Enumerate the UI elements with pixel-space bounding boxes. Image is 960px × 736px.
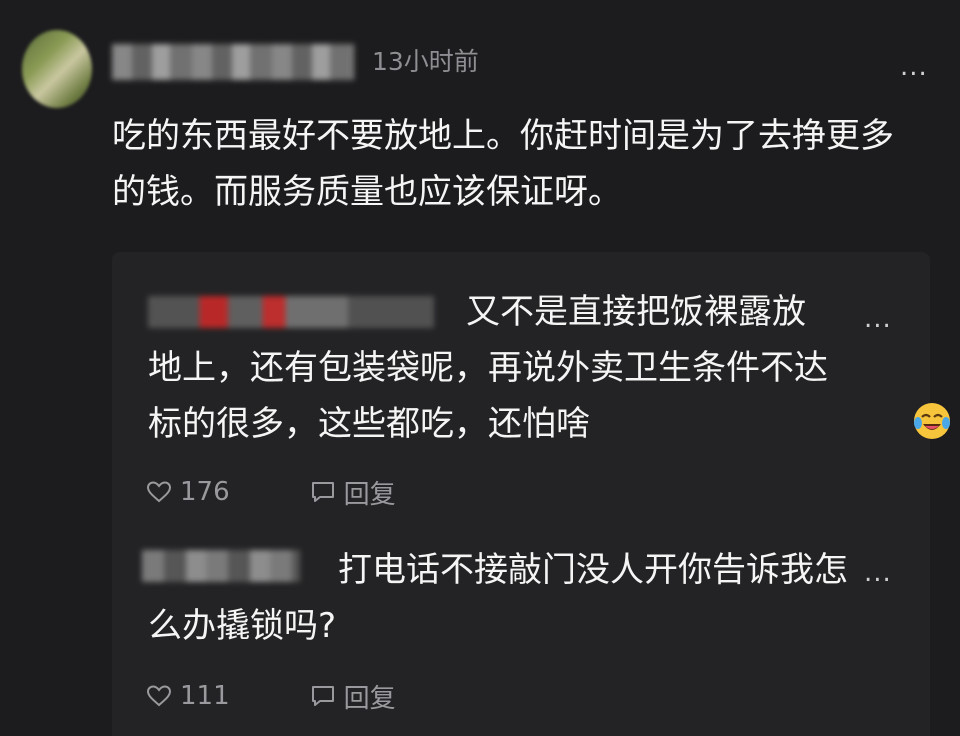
username-blurred[interactable]	[112, 44, 354, 80]
more-options-icon[interactable]: ...	[900, 52, 928, 82]
comment-thread: 13小时前 ... 吃的东西最好不要放地上。你赶时间是为了去挣更多的钱。而服务质…	[0, 0, 960, 736]
heart-icon	[146, 684, 172, 708]
comment-text: 吃的东西最好不要放地上。你赶时间是为了去挣更多的钱。而服务质量也应该保证呀。	[112, 116, 894, 212]
crying-laughing-emoji-icon	[594, 401, 950, 441]
reply-label: 回复	[343, 683, 396, 714]
comment-icon	[310, 480, 336, 504]
like-button[interactable]: 176	[146, 477, 230, 507]
reply-button[interactable]: 回复	[310, 678, 396, 715]
timestamp: 13小时前	[372, 47, 479, 76]
reply-text: 又不是直接把饭裸露放地上，还有包装袋呢，再说外卖卫生条件不达标的很多，这些都吃，…	[148, 284, 950, 452]
more-options-icon[interactable]: ...	[864, 304, 892, 334]
like-count: 111	[180, 681, 230, 711]
reply-actions: 111 回复	[146, 678, 396, 714]
reply-text: 打电话不接敲门没人开你告诉我怎么办撬锁吗?	[148, 550, 848, 646]
reply-button[interactable]: 回复	[310, 474, 396, 511]
replies-panel: 又不是直接把饭裸露放地上，还有包装袋呢，再说外卖卫生条件不达标的很多，这些都吃，…	[112, 252, 950, 736]
reply-actions: 176 回复	[146, 474, 396, 510]
reply-label: 回复	[343, 479, 396, 510]
like-button[interactable]: 111	[146, 681, 230, 711]
reply-text-content: 又不是直接把饭裸露放地上，还有包装袋呢，再说外卖卫生条件不达标的很多，这些都吃，…	[148, 292, 828, 444]
comment-icon	[310, 684, 336, 708]
avatar[interactable]	[22, 30, 92, 108]
more-options-icon[interactable]: ...	[864, 558, 892, 588]
like-count: 176	[180, 477, 230, 507]
heart-icon	[146, 480, 172, 504]
